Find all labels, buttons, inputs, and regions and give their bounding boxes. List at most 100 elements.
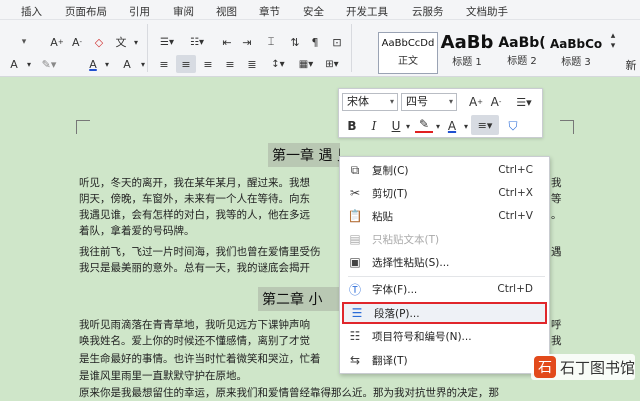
doc-line: 是谁风里雨里一直默默守护在原地。 bbox=[79, 370, 247, 382]
paragraph-icon: ☰ bbox=[351, 306, 363, 320]
format-painter-icon[interactable]: ⛉ bbox=[503, 117, 523, 135]
doc-line-tail: 我 bbox=[551, 177, 562, 189]
doc-line: 原来你是我最想留住的幸运，原来我们和爱情曾经靠得那么近。那为我对抗世界的决定，那 bbox=[79, 387, 499, 399]
doc-line: 我只是最美丽的意外。总有一天，我的谜底会揭开 bbox=[79, 262, 310, 274]
underline-dropdown-icon[interactable]: ▾ bbox=[403, 117, 413, 135]
phonetic-guide-icon[interactable]: 文 bbox=[112, 33, 130, 51]
doc-line: 阴天，傍晚，车窗外，未来有一个人在等待。向东 bbox=[79, 193, 310, 205]
shrink-font-icon[interactable]: A- bbox=[487, 93, 505, 111]
style-heading-3[interactable]: AaBbCo 标题 3 bbox=[550, 32, 602, 74]
text-effect-icon[interactable]: A bbox=[4, 55, 24, 73]
menu-separator bbox=[348, 276, 545, 277]
justify-icon[interactable]: ≡ bbox=[220, 55, 240, 73]
phonetic-dropdown-icon[interactable]: ▾ bbox=[130, 33, 142, 51]
menu-item-translate[interactable]: ⇆ 翻译(T) bbox=[342, 349, 547, 371]
font-color-icon[interactable]: A bbox=[84, 55, 102, 73]
numbered-list-icon[interactable]: ☷▾ bbox=[184, 33, 210, 51]
clear-format-icon[interactable]: ◇ bbox=[90, 33, 108, 51]
style-scroll-buttons[interactable]: ▴ ▾ bbox=[606, 31, 620, 51]
char-shading-icon[interactable]: A bbox=[118, 55, 136, 73]
shading-icon[interactable]: ▦▾ bbox=[294, 55, 318, 73]
distributed-icon[interactable]: ≣ bbox=[242, 55, 262, 73]
tab-references[interactable]: 引用 bbox=[129, 4, 150, 19]
style-heading-2[interactable]: AaBb( 标题 2 bbox=[496, 32, 548, 74]
menu-item-shortcut: Ctrl+V bbox=[498, 210, 533, 222]
font-color-dropdown-icon[interactable]: ▾ bbox=[461, 117, 471, 135]
font-color-dropdown-icon[interactable]: ▾ bbox=[102, 55, 112, 73]
tab-insert[interactable]: 插入 bbox=[21, 4, 42, 19]
tab-security[interactable]: 安全 bbox=[303, 4, 324, 19]
font-size-combo[interactable]: 四号 ▾ bbox=[401, 93, 457, 111]
ribbon-toolbar: ▾ A + A- ◇ 文 ▾ ☰▾ ☷▾ ⇤ ⇥ ⌶ ⇅ ¶ ⊡ A ▾ ✎▾ A… bbox=[0, 20, 640, 77]
line-spacing-icon[interactable]: ↕▾ bbox=[266, 55, 290, 73]
align-center-dropdown-icon[interactable]: ≡▾ bbox=[471, 115, 499, 135]
tab-section[interactable]: 章节 bbox=[259, 4, 280, 19]
tab-view[interactable]: 视图 bbox=[216, 4, 237, 19]
bold-icon[interactable]: B bbox=[343, 117, 361, 135]
new-style-button[interactable]: 新 bbox=[622, 56, 640, 74]
style-normal[interactable]: AaBbCcDd 正文 bbox=[378, 32, 438, 74]
watermark: 石 石丁图书馆 bbox=[531, 354, 635, 380]
ruler-icon[interactable]: ⊡ bbox=[328, 33, 346, 51]
tab-page-layout[interactable]: 页面布局 bbox=[65, 4, 107, 19]
highlight-dropdown-icon[interactable]: ▾ bbox=[433, 117, 443, 135]
translate-icon: ⇆ bbox=[349, 353, 361, 367]
bullet-list-icon[interactable]: ☰▾ bbox=[154, 33, 180, 51]
doc-line: 我往前飞，飞过一片时间海，我们也曾在爱情里受伤 bbox=[79, 246, 321, 258]
doc-line: 着队，拿着爱的号码牌。 bbox=[79, 225, 195, 237]
grow-font-icon[interactable]: A + bbox=[467, 93, 485, 111]
style-heading-2-preview: AaBb( bbox=[498, 35, 546, 51]
tab-doc-assistant[interactable]: 文档助手 bbox=[466, 4, 508, 19]
chinese-layout-icon[interactable]: ⌶ bbox=[262, 33, 280, 51]
italic-icon[interactable]: I bbox=[365, 117, 383, 135]
menu-item-label: 剪切(T) bbox=[372, 187, 408, 200]
highlight-icon[interactable]: ✎▾ bbox=[38, 55, 60, 73]
align-right-icon[interactable]: ≡ bbox=[198, 55, 218, 73]
style-heading-1[interactable]: AaBb 标题 1 bbox=[440, 32, 494, 74]
menu-item-copy[interactable]: ⧉ 复制(C) Ctrl+C bbox=[342, 159, 547, 181]
char-shading-dropdown-icon[interactable]: ▾ bbox=[138, 55, 148, 73]
style-heading-2-caption: 标题 2 bbox=[507, 56, 537, 67]
tab-developer[interactable]: 开发工具 bbox=[346, 4, 388, 19]
menu-item-label: 翻译(T) bbox=[372, 354, 408, 367]
menu-item-label: 复制(C) bbox=[372, 164, 409, 177]
show-marks-icon[interactable]: ¶ bbox=[306, 33, 324, 51]
style-heading-1-caption: 标题 1 bbox=[452, 57, 482, 68]
font-color-icon[interactable]: A bbox=[443, 117, 461, 135]
menu-item-bullets-numbering[interactable]: ☷ 项目符号和编号(N)... bbox=[342, 325, 547, 347]
align-center-icon[interactable]: ≡ bbox=[176, 55, 196, 73]
menu-item-paragraph[interactable]: ☰ 段落(P)... bbox=[342, 302, 547, 324]
menu-item-shortcut: Ctrl+X bbox=[498, 187, 533, 199]
align-left-icon[interactable]: ≡ bbox=[154, 55, 174, 73]
sort-icon[interactable]: ⇅ bbox=[286, 33, 304, 51]
menu-item-paste[interactable]: 📋 粘贴 Ctrl+V bbox=[342, 205, 547, 227]
margin-corner-right bbox=[560, 120, 574, 134]
menu-item-font[interactable]: Ⓣ 字体(F)... Ctrl+D bbox=[342, 278, 547, 300]
doc-line-tail: 我 bbox=[551, 335, 562, 347]
font-name-value: 宋体 bbox=[347, 95, 369, 108]
tab-cloud-service[interactable]: 云服务 bbox=[412, 4, 444, 19]
font-size-value: 四号 bbox=[406, 95, 428, 108]
border-icon[interactable]: ⊞▾ bbox=[320, 55, 344, 73]
doc-line-tail: 。 bbox=[551, 209, 562, 221]
doc-line: 唤我姓名。爱上你的时候还不懂感情，离别了才觉 bbox=[79, 335, 310, 347]
text-effect-dropdown-icon[interactable]: ▾ bbox=[24, 55, 34, 73]
menu-item-cut[interactable]: ✂ 剪切(T) Ctrl+X bbox=[342, 182, 547, 204]
menu-item-shortcut: Ctrl+C bbox=[498, 164, 533, 176]
menu-item-label: 段落(P)... bbox=[374, 307, 420, 320]
menu-item-label: 粘贴 bbox=[372, 210, 393, 223]
font-name-combo[interactable]: 宋体 ▾ bbox=[342, 93, 398, 111]
paste-special-icon: ▣ bbox=[349, 255, 361, 269]
line-spacing-icon[interactable]: ☰▾ bbox=[511, 93, 537, 111]
menu-item-paste-special[interactable]: ▣ 选择性粘贴(S)... bbox=[342, 251, 547, 273]
menu-item-label: 字体(F)... bbox=[372, 283, 418, 296]
style-heading-3-preview: AaBbCo bbox=[550, 37, 602, 51]
decrease-indent-icon[interactable]: ⇤ bbox=[218, 33, 236, 51]
menu-item-paste-text-only[interactable]: ▤ 只粘贴文本(T) bbox=[342, 228, 547, 250]
tab-review[interactable]: 审阅 bbox=[173, 4, 194, 19]
font-size-dropdown[interactable]: ▾ bbox=[4, 33, 44, 51]
shrink-font-icon[interactable]: A- bbox=[68, 33, 86, 51]
increase-indent-icon[interactable]: ⇥ bbox=[238, 33, 256, 51]
highlight-color-icon[interactable]: ✎ bbox=[415, 117, 433, 133]
grow-font-icon[interactable]: A + bbox=[48, 33, 66, 51]
